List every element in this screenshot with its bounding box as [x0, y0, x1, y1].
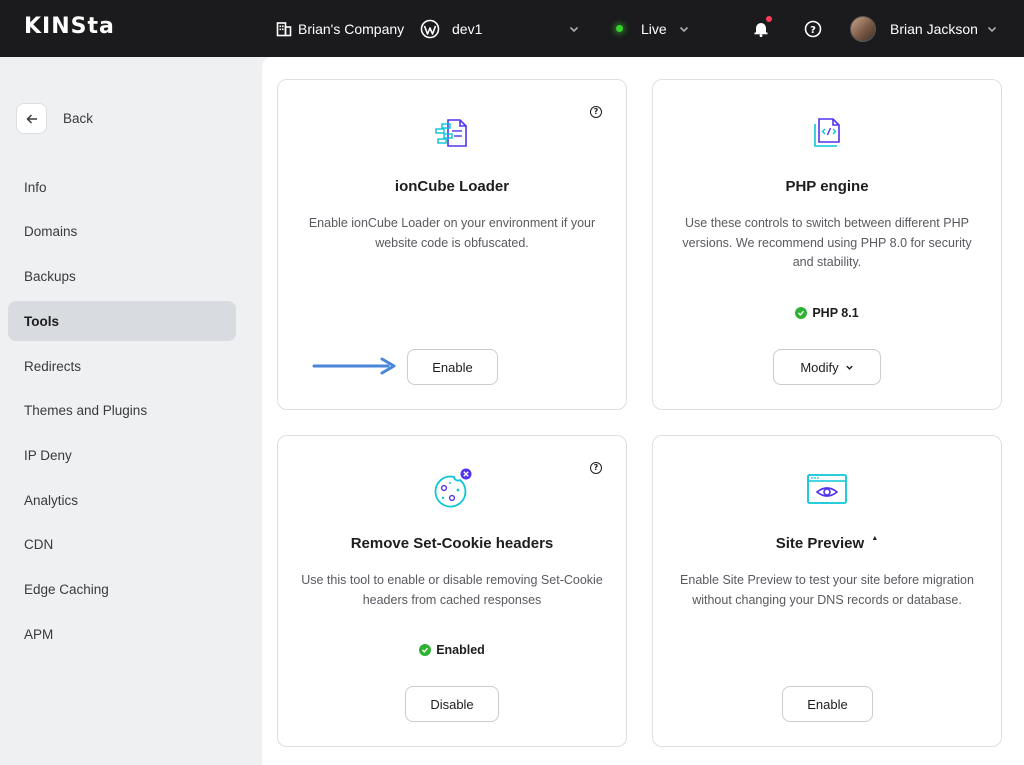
beta-badge-icon: ▲ — [871, 535, 879, 542]
card-description: Use this tool to enable or disable remov… — [301, 573, 603, 607]
site-name: dev1 — [452, 20, 483, 37]
top-bar: KINSta Brian's Company dev1 Live ? Brian… — [0, 0, 1024, 57]
live-status-dot — [616, 25, 623, 32]
php-version-label: PHP 8.1 — [812, 306, 859, 320]
chevron-down-icon — [569, 26, 579, 32]
company-switcher[interactable]: Brian's Company — [276, 0, 404, 57]
card-title: PHP engine — [785, 178, 869, 195]
php-version-status: PHP 8.1 — [653, 306, 1001, 320]
user-name: Brian Jackson — [890, 20, 978, 37]
sidebar-item-themes-plugins[interactable]: Themes and Plugins — [8, 390, 236, 430]
notification-badge — [766, 16, 772, 22]
cookie-status: Enabled — [278, 643, 626, 657]
sidebar-item-domains[interactable]: Domains — [8, 211, 236, 251]
back-button[interactable] — [16, 103, 47, 134]
kinsta-logo[interactable]: KINSta — [24, 14, 115, 39]
sidebar-item-edge-caching[interactable]: Edge Caching — [8, 569, 236, 609]
modify-php-button[interactable]: Modify — [773, 349, 881, 385]
modify-label: Modify — [800, 359, 839, 375]
user-dropdown[interactable] — [986, 0, 998, 57]
card-title-row: Site Preview ▲ — [653, 535, 1001, 552]
environment-label: Live — [641, 20, 667, 37]
arrow-left-icon — [25, 113, 37, 124]
card-description: Use these controls to switch between dif… — [682, 216, 972, 269]
cookie-icon-wrap — [278, 468, 626, 510]
back-label[interactable]: Back — [63, 111, 93, 126]
avatar — [850, 15, 876, 42]
help-button[interactable]: ? — [804, 0, 822, 57]
card-description: Enable ionCube Loader on your environmen… — [308, 216, 596, 250]
preview-icon-wrap — [653, 472, 1001, 506]
ioncube-icon — [435, 119, 467, 147]
sidebar-item-ip-deny[interactable]: IP Deny — [8, 435, 236, 475]
card-title: ionCube Loader — [394, 178, 510, 195]
enable-ioncube-button[interactable]: Enable — [407, 349, 498, 385]
sidebar-item-redirects[interactable]: Redirects — [8, 346, 236, 386]
sidebar-item-backups[interactable]: Backups — [8, 256, 236, 296]
eye-browser-icon — [807, 474, 847, 504]
enable-site-preview-button[interactable]: Enable — [782, 686, 873, 722]
sidebar-item-cdn[interactable]: CDN — [8, 524, 236, 564]
environment-switcher[interactable]: Live — [616, 0, 667, 57]
php-engine-card: PHP engine Use these controls to switch … — [652, 79, 1002, 410]
site-switcher[interactable]: dev1 — [420, 0, 482, 57]
building-icon — [276, 21, 292, 36]
remove-set-cookie-card: ? Remove Set-Cookie headers Use this too… — [277, 435, 627, 747]
card-title: Site Preview — [775, 535, 865, 552]
sidebar-item-apm[interactable]: APM — [8, 614, 236, 654]
question-icon: ? — [804, 20, 822, 37]
sidebar: Back Info Domains Backups Tools Redirect… — [0, 57, 260, 765]
user-menu[interactable]: Brian Jackson — [850, 0, 978, 57]
wordpress-icon — [420, 19, 440, 38]
svg-text:?: ? — [810, 25, 816, 36]
chevron-down-icon — [679, 26, 689, 32]
environment-dropdown[interactable] — [678, 0, 690, 57]
site-dropdown[interactable] — [568, 0, 580, 57]
php-icon-wrap — [653, 116, 1001, 150]
chevron-down-icon — [987, 26, 997, 32]
cookie-status-label: Enabled — [436, 643, 485, 657]
check-icon — [419, 644, 432, 656]
card-title: Remove Set-Cookie headers — [350, 535, 554, 552]
notifications-button[interactable] — [752, 0, 772, 57]
pointer-arrow-icon — [312, 357, 396, 375]
cookie-icon — [434, 468, 472, 508]
ioncube-icon-wrap — [278, 116, 626, 150]
disable-cookie-button[interactable]: Disable — [405, 686, 499, 722]
sidebar-item-info[interactable]: Info — [8, 167, 236, 207]
php-code-icon — [814, 118, 840, 147]
bell-icon — [754, 22, 768, 37]
card-description: Enable Site Preview to test your site be… — [680, 573, 974, 607]
site-preview-card: Site Preview ▲ Enable Site Preview to te… — [652, 435, 1002, 747]
sidebar-item-analytics[interactable]: Analytics — [8, 480, 236, 520]
chevron-down-icon — [845, 365, 853, 370]
check-icon — [795, 307, 808, 319]
company-name: Brian's Company — [298, 20, 405, 37]
sidebar-item-tools[interactable]: Tools — [8, 301, 236, 341]
